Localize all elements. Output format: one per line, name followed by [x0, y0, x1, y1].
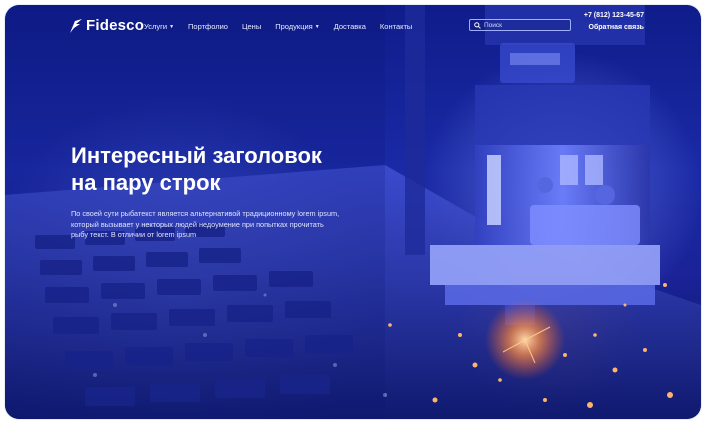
- brand-name: Fidesco: [86, 17, 145, 34]
- nav-item-contacts[interactable]: Контакты: [380, 22, 412, 31]
- brand-logo[interactable]: Fidesco: [69, 17, 144, 34]
- nav-item-label: Услуги: [144, 22, 168, 31]
- hero-description: По своей сути рыбатекст является альтерн…: [71, 209, 340, 239]
- nav-item-services[interactable]: Услуги ▼: [144, 22, 174, 31]
- nav-item-products[interactable]: Продукция ▼: [275, 22, 319, 31]
- nav-item-label: Доставка: [333, 22, 366, 31]
- brand-logo-icon: [70, 18, 82, 33]
- nav-item-label: Контакты: [379, 22, 413, 31]
- nav-item-label: Продукция: [275, 22, 313, 31]
- site-header: Fidesco Услуги ▼ Портфолио Цены Продукци…: [5, 5, 701, 55]
- nav-item-label: Портфолио: [188, 22, 228, 31]
- nav-item-delivery[interactable]: Доставка: [334, 22, 366, 31]
- contact-block: +7 (812) 123-45-67 Обратная связь: [584, 12, 644, 31]
- chevron-down-icon: ▼: [314, 23, 320, 30]
- nav-item-portfolio[interactable]: Портфолио: [188, 22, 228, 31]
- search-input[interactable]: [481, 21, 564, 29]
- chevron-down-icon: ▼: [169, 23, 175, 30]
- main-navigation: Услуги ▼ Портфолио Цены Продукция ▼ Дост…: [144, 22, 426, 31]
- search-icon[interactable]: [474, 21, 481, 29]
- nav-item-label: Цены: [241, 22, 262, 31]
- hero-section: Fidesco Услуги ▼ Портфолио Цены Продукци…: [5, 5, 701, 419]
- hero-title-line-1: Интересный заголовок: [71, 143, 322, 168]
- callback-link[interactable]: Обратная связь: [584, 24, 645, 31]
- hero-title-line-2: на пару строк: [71, 170, 221, 195]
- nav-item-prices[interactable]: Цены: [242, 22, 261, 31]
- hero-title: Интересный заголовок на пару строк: [71, 142, 391, 196]
- search-box: [469, 19, 571, 31]
- phone-number[interactable]: +7 (812) 123-45-67: [584, 12, 644, 19]
